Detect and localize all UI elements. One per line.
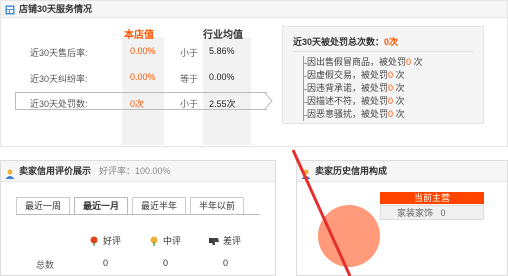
user-icon xyxy=(301,166,311,179)
penalty-item-fake-trade: 因虚假交易，被处罚0 次 xyxy=(304,69,423,82)
after-sale-rate-store: 0.00% xyxy=(130,46,156,56)
dispute-rate-label: 近30天纠纷率: xyxy=(30,74,88,84)
penalty-total-title: 近30天被处罚总次数：0次 xyxy=(293,35,398,48)
penalty-divider xyxy=(293,51,473,52)
penalty-total-label: 近30天被处罚总次数： xyxy=(293,37,385,47)
category-name: 家装家饰 xyxy=(397,208,434,218)
penalty-item-counterfeit: 因出售假冒商品，被处罚0 次 xyxy=(304,57,423,67)
avg-column-header: 行业均值 xyxy=(203,30,243,41)
main-category-tag: 当前主营 xyxy=(380,192,484,204)
negative-header: 差评 xyxy=(208,234,241,247)
penalty-count-compare: 小于 xyxy=(180,99,199,109)
credit-tabs: 最近一周 最近一月 最近半年 半年以前 xyxy=(16,197,248,214)
category-value: 0 xyxy=(440,208,446,218)
tabs-divider xyxy=(16,214,260,215)
service-panel-title: 店铺30天服务情况 xyxy=(19,4,93,14)
history-panel-title: 卖家历史信用构成 xyxy=(315,166,388,176)
positive-header: 好评 xyxy=(88,234,121,247)
total-neutral: 0 xyxy=(163,258,169,268)
store-window-icon xyxy=(5,4,15,15)
positive-rate: 好评率：100.00% xyxy=(99,166,171,176)
total-positive: 0 xyxy=(103,258,109,268)
penalty-item-broken-promise: 因违背承诺，被处罚0 次 xyxy=(304,82,423,95)
penalty-item-misdescription: 因描述不符，被处罚0 次 xyxy=(304,95,423,108)
after-sale-rate-label: 近30天售后率: xyxy=(30,48,88,58)
category-row: 家装家饰 0 xyxy=(380,205,484,220)
dispute-rate-store: 0.00% xyxy=(130,72,156,82)
tab-before-half-year[interactable]: 半年以前 xyxy=(190,197,245,214)
neutral-header: 中评 xyxy=(148,234,181,247)
service-panel-header: 店铺30天服务情况 xyxy=(1,1,507,18)
store-column-header: 本店值 xyxy=(124,30,154,41)
total-row-label: 总数 xyxy=(36,260,55,270)
history-panel-header: 卖家历史信用构成 xyxy=(297,161,507,182)
credit-panel-header: 卖家信用评价展示 好评率：100.00% xyxy=(1,161,275,182)
dispute-rate-compare: 等于 xyxy=(180,74,199,84)
smile-flower-icon xyxy=(90,236,98,246)
penalty-total-value: 0次 xyxy=(384,37,399,47)
after-sale-rate-compare: 小于 xyxy=(180,48,199,58)
penalty-count-label: 近30天处罚数: xyxy=(30,99,88,109)
neutral-flower-icon xyxy=(150,236,158,246)
penalty-detail-box: 近30天被处罚总次数：0次 因出售假冒商品，被处罚0 次 因虚假交易，被处罚0 … xyxy=(282,26,484,124)
after-sale-rate-avg: 5.86% xyxy=(209,46,235,56)
credit-panel-title: 卖家信用评价展示 xyxy=(19,166,92,176)
neutral-label: 中评 xyxy=(163,236,182,246)
penalty-count-store: 0次 xyxy=(130,99,145,109)
penalty-count-avg: 2.55次 xyxy=(209,99,236,109)
user-icon xyxy=(5,166,15,179)
tab-arrow-icon xyxy=(264,92,273,110)
tab-last-week[interactable]: 最近一周 xyxy=(16,197,71,214)
tab-last-month[interactable]: 最近一月 xyxy=(74,197,129,214)
dispute-rate-avg: 0.00% xyxy=(209,72,235,82)
total-negative: 0 xyxy=(223,258,229,268)
credit-pie xyxy=(318,205,380,267)
penalty-item-harassment: 因恶意骚扰，被处罚0 次 xyxy=(304,108,423,121)
thumb-down-icon xyxy=(209,237,219,245)
tab-last-half-year[interactable]: 最近半年 xyxy=(132,197,187,214)
positive-label: 好评 xyxy=(103,236,122,246)
negative-label: 差评 xyxy=(223,236,242,246)
penalty-list: 因出售假冒商品，被处罚0 次 因虚假交易，被处罚0 次 因违背承诺，被处罚0 次… xyxy=(303,56,423,121)
